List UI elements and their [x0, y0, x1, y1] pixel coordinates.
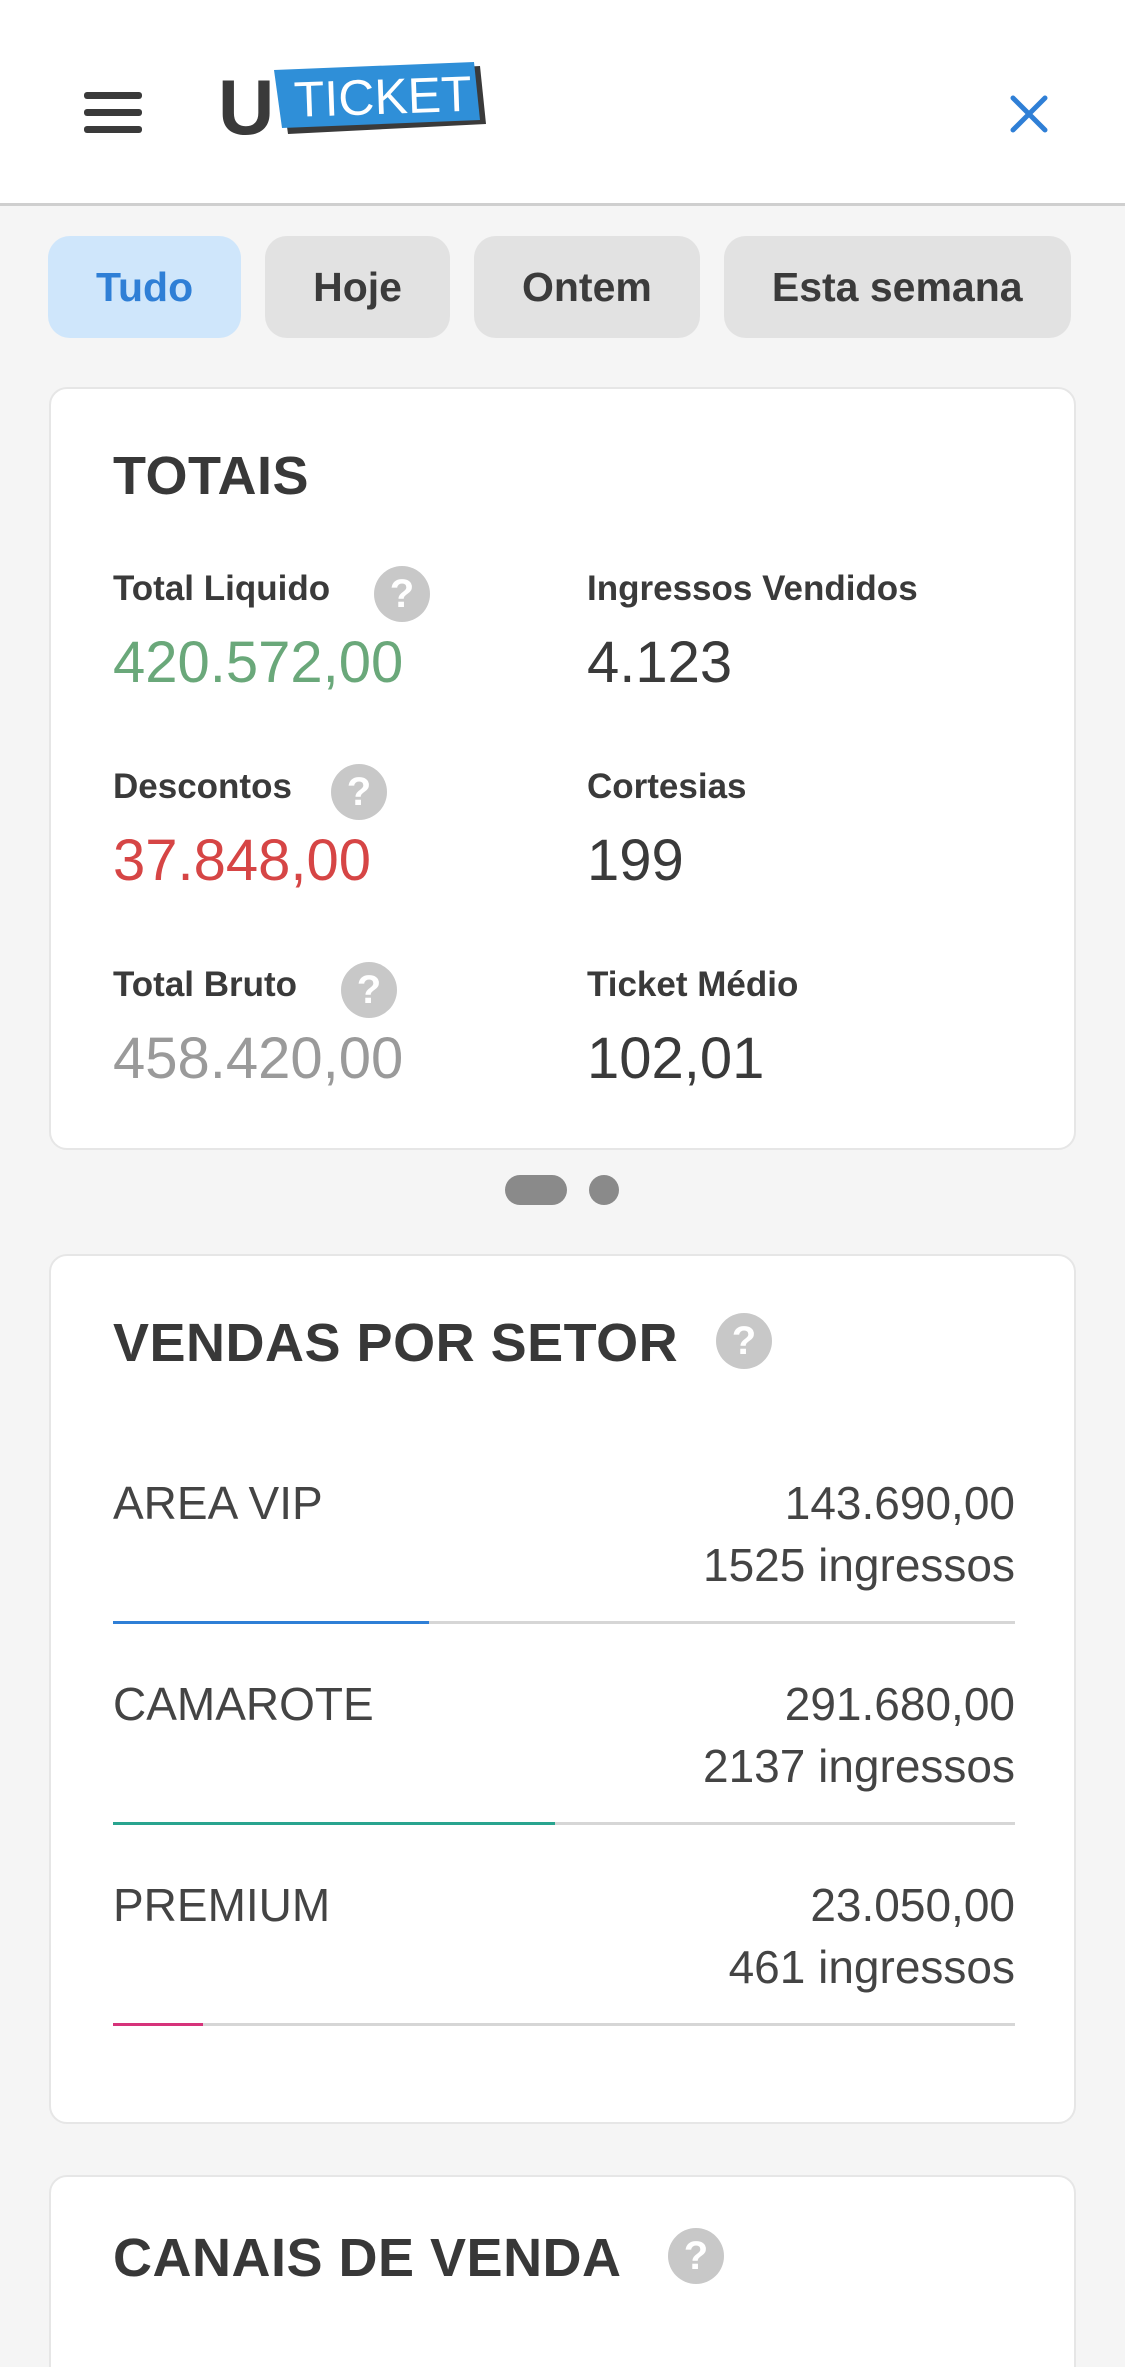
sector-ticket-count: 2137 ingressos — [703, 1740, 1015, 1792]
totals-title: TOTAIS — [113, 446, 310, 506]
sector-value: 143.690,00 — [784, 1477, 1015, 1529]
close-icon[interactable] — [1005, 90, 1053, 138]
total-liquido-help-icon[interactable]: ? — [374, 566, 430, 622]
cortesias-label: Cortesias — [587, 767, 747, 806]
descontos-value: 37.848,00 — [113, 828, 372, 893]
total-bruto-label: Total Bruto — [113, 965, 298, 1004]
sales-channels-title: CANAIS DE VENDA — [113, 2228, 622, 2288]
sales-by-sector-title: VENDAS POR SETOR — [113, 1313, 679, 1373]
sector-progress-fill — [113, 1822, 555, 1825]
sector-name: CAMAROTE — [113, 1678, 374, 1730]
sector-name: AREA VIP — [113, 1477, 323, 1529]
sector-name: PREMIUM — [113, 1879, 331, 1931]
sector-progress-fill — [113, 2023, 204, 2026]
total-bruto-value: 458.420,00 — [113, 1026, 404, 1091]
total-bruto-help-icon[interactable]: ? — [341, 962, 397, 1018]
totals-card: TOTAIS Total Liquido ? 420.572,00 Ingres… — [49, 387, 1076, 1150]
ingressos-vendidos-label: Ingressos Vendidos — [587, 569, 918, 608]
uticket-logo: U TICKET — [218, 62, 496, 151]
carousel-pagination — [505, 1175, 625, 1205]
cortesias-value: 199 — [587, 828, 684, 893]
sales-by-sector-card: VENDAS POR SETOR ? AREA VIP 143.690,00 1… — [49, 1254, 1076, 2124]
svg-text:U: U — [218, 63, 274, 146]
sector-value: 23.050,00 — [810, 1879, 1015, 1931]
filter-chip-ontem[interactable]: Ontem — [474, 236, 700, 338]
filter-chip-tudo[interactable]: Tudo — [48, 236, 242, 338]
carousel-dot-active[interactable] — [505, 1175, 567, 1205]
filter-chip-esta-semana[interactable]: Esta semana — [723, 236, 1071, 338]
filter-chip-hoje[interactable]: Hoje — [265, 236, 450, 338]
total-liquido-label: Total Liquido — [113, 569, 331, 608]
sector-progress-track — [113, 1822, 1015, 1825]
sector-progress-fill — [113, 1621, 429, 1624]
ticket-medio-value: 102,01 — [587, 1026, 765, 1091]
sector-value: 291.680,00 — [784, 1678, 1015, 1730]
descontos-help-icon[interactable]: ? — [331, 764, 387, 820]
period-filter-bar: Tudo Hoje Ontem Esta semana — [48, 236, 1125, 338]
total-liquido-value: 420.572,00 — [113, 630, 404, 695]
descontos-label: Descontos — [113, 767, 292, 806]
svg-text:TICKET: TICKET — [293, 66, 473, 128]
ingressos-vendidos-value: 4.123 — [587, 630, 733, 695]
sales-by-sector-help-icon[interactable]: ? — [716, 1313, 772, 1369]
sector-progress-track — [113, 2023, 1015, 2026]
sector-progress-track — [113, 1621, 1015, 1624]
sector-ticket-count: 461 ingressos — [728, 1941, 1015, 1993]
sales-channels-help-icon[interactable]: ? — [668, 2228, 724, 2284]
ticket-medio-label: Ticket Médio — [587, 965, 799, 1004]
sales-channels-card: CANAIS DE VENDA ? — [49, 2175, 1076, 2367]
app-header: U TICKET — [0, 0, 1125, 206]
sector-ticket-count: 1525 ingressos — [703, 1539, 1015, 1591]
menu-icon[interactable] — [84, 92, 142, 134]
carousel-dot[interactable] — [589, 1175, 619, 1205]
